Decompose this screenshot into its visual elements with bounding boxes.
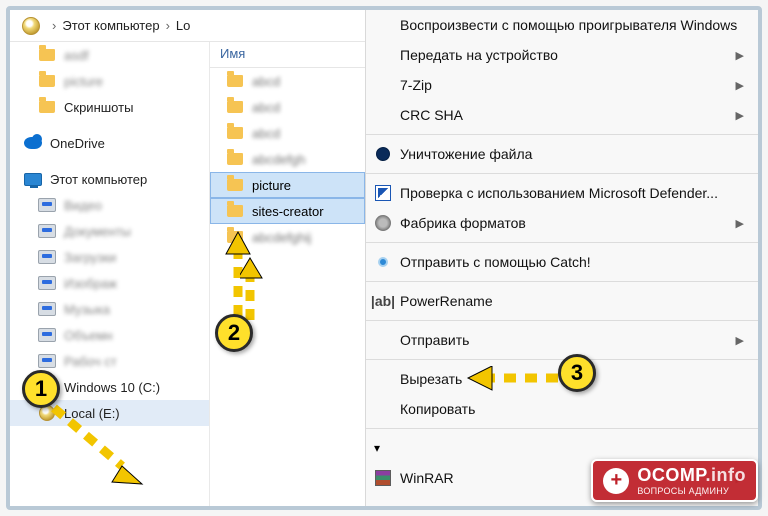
disc-icon bbox=[22, 17, 40, 35]
drive-icon bbox=[38, 354, 56, 368]
breadcrumb-drive[interactable]: Lo bbox=[176, 18, 190, 33]
shred-icon bbox=[376, 147, 390, 161]
chevron-right-icon[interactable]: › bbox=[166, 18, 170, 33]
folder-icon bbox=[227, 101, 243, 113]
drive-icon bbox=[38, 276, 56, 290]
tree-item-this-pc[interactable]: Этот компьютер bbox=[10, 166, 209, 192]
drive-icon bbox=[38, 302, 56, 316]
tree-item-onedrive[interactable]: OneDrive bbox=[10, 130, 209, 156]
menu-item-shred[interactable]: Уничтожение файла bbox=[366, 139, 758, 169]
breadcrumb-this-pc[interactable]: Этот компьютер bbox=[62, 18, 159, 33]
folder-icon bbox=[227, 75, 243, 87]
annotation-badge-1: 1 bbox=[22, 370, 60, 408]
separator bbox=[366, 320, 758, 321]
separator bbox=[366, 134, 758, 135]
separator bbox=[366, 173, 758, 174]
tree-item-screenshots[interactable]: Скриншоты bbox=[10, 94, 209, 120]
pc-icon bbox=[24, 173, 42, 186]
folder-icon bbox=[39, 101, 55, 113]
gear-icon bbox=[375, 215, 391, 231]
annotation-arrow-3 bbox=[462, 366, 572, 396]
annotation-badge-3: 3 bbox=[558, 354, 596, 392]
onedrive-icon bbox=[24, 137, 42, 149]
folder-icon bbox=[39, 49, 55, 61]
folder-icon bbox=[227, 179, 243, 191]
menu-item-powerrename[interactable]: |ab|PowerRename bbox=[366, 286, 758, 316]
tree-item[interactable]: picture bbox=[10, 68, 209, 94]
folder-icon bbox=[39, 75, 55, 87]
list-item-picture[interactable]: picture bbox=[210, 172, 365, 198]
winrar-icon bbox=[375, 470, 391, 486]
folder-icon bbox=[227, 205, 243, 217]
chevron-right-icon: ▶ bbox=[736, 334, 744, 347]
menu-item-7zip[interactable]: 7-Zip▶ bbox=[366, 70, 758, 100]
separator bbox=[366, 242, 758, 243]
annotation-arrow-1 bbox=[44, 398, 154, 488]
tree-item[interactable]: Изображ bbox=[10, 270, 209, 296]
drive-icon bbox=[38, 198, 56, 212]
list-item[interactable]: abcdefgh bbox=[210, 146, 365, 172]
menu-item-catch[interactable]: Отправить с помощью Catch! bbox=[366, 247, 758, 277]
chevron-right-icon: ▶ bbox=[736, 79, 744, 92]
catch-icon bbox=[378, 257, 388, 267]
separator bbox=[366, 428, 758, 429]
chevron-right-icon: ▶ bbox=[736, 49, 744, 62]
tree-item[interactable]: Загрузки bbox=[10, 244, 209, 270]
menu-item-defender[interactable]: Проверка с использованием Microsoft Defe… bbox=[366, 178, 758, 208]
annotation-badge-2: 2 bbox=[215, 314, 253, 352]
plus-icon: + bbox=[603, 468, 629, 494]
watermark: + OCOMP.info ВОПРОСЫ АДМИНУ bbox=[591, 459, 758, 502]
drive-icon bbox=[38, 328, 56, 342]
drive-icon bbox=[38, 250, 56, 264]
folder-icon bbox=[227, 153, 243, 165]
folder-icon bbox=[227, 127, 243, 139]
menu-item-send[interactable]: Отправить▶ bbox=[366, 325, 758, 355]
tree-item[interactable]: Документы bbox=[10, 218, 209, 244]
menu-item-cast[interactable]: Передать на устройство▶ bbox=[366, 40, 758, 70]
menu-item-copy[interactable]: Копировать bbox=[366, 394, 758, 424]
menu-item-play[interactable]: Воспроизвести с помощью проигрывателя Wi… bbox=[366, 10, 758, 40]
list-item[interactable]: abcd bbox=[210, 94, 365, 120]
chevron-right-icon: ▶ bbox=[736, 217, 744, 230]
context-menu: Воспроизвести с помощью проигрывателя Wi… bbox=[365, 10, 758, 506]
list-item[interactable]: abcd bbox=[210, 68, 365, 94]
shield-icon bbox=[375, 185, 391, 201]
drive-icon bbox=[38, 224, 56, 238]
menu-item-format-factory[interactable]: Фабрика форматов▶ bbox=[366, 208, 758, 238]
menu-item-crc[interactable]: CRC SHA▶ bbox=[366, 100, 758, 130]
powerrename-icon: |ab| bbox=[374, 292, 392, 310]
tree-item[interactable]: Музыка bbox=[10, 296, 209, 322]
column-header-name[interactable]: Имя bbox=[210, 42, 365, 68]
chevron-right-icon[interactable]: › bbox=[52, 18, 56, 33]
chevron-right-icon: ▶ bbox=[736, 109, 744, 122]
separator bbox=[366, 281, 758, 282]
chevron-down-icon: ▾ bbox=[374, 441, 380, 455]
tree-item[interactable]: Видео bbox=[10, 192, 209, 218]
tree-item[interactable]: Объемн bbox=[10, 322, 209, 348]
list-item[interactable]: abcd bbox=[210, 120, 365, 146]
tree-item[interactable]: asdf bbox=[10, 42, 209, 68]
list-item-sites-creator[interactable]: sites-creator bbox=[210, 198, 365, 224]
